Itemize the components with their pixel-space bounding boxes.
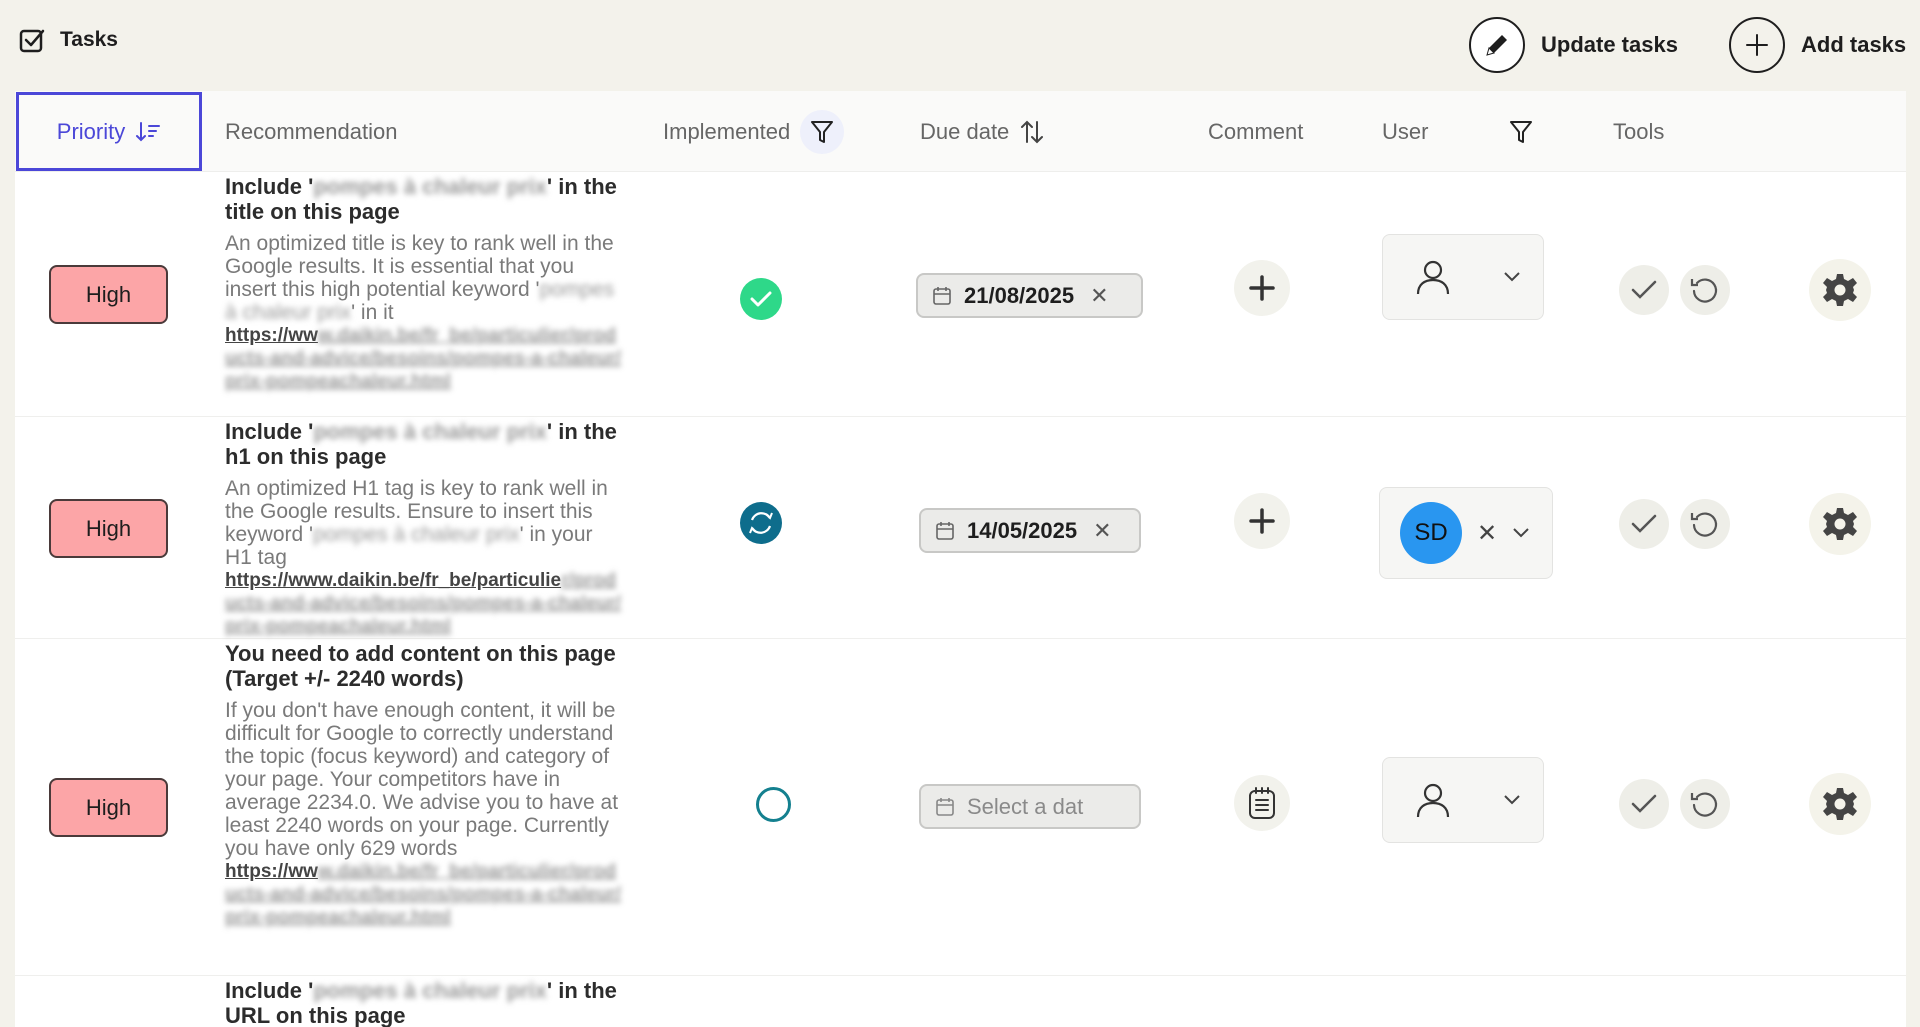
priority-badge[interactable]: High xyxy=(49,265,168,324)
add-comment-button[interactable] xyxy=(1234,260,1290,316)
sort-icon[interactable] xyxy=(1019,118,1045,146)
column-user: User xyxy=(1382,91,1428,172)
brand: Tasks xyxy=(18,26,118,54)
column-comment: Comment xyxy=(1208,91,1303,172)
check-icon xyxy=(1631,280,1657,299)
column-due-date-label: Due date xyxy=(920,118,1010,144)
add-comment-button[interactable] xyxy=(1234,493,1290,549)
column-priority[interactable]: Priority xyxy=(16,92,202,171)
priority-badge[interactable]: High xyxy=(49,778,168,837)
calendar-icon xyxy=(933,286,951,305)
view-comment-button[interactable] xyxy=(1234,775,1290,831)
status-done-icon[interactable] xyxy=(740,278,782,320)
chevron-down-icon[interactable] xyxy=(1503,271,1521,283)
reset-button[interactable] xyxy=(1680,499,1730,549)
recommendation-description: An optimized title is key to rank well i… xyxy=(225,232,615,324)
user-select[interactable] xyxy=(1382,757,1544,843)
recommendation-cell: Include 'pompes à chaleur prix' in the h… xyxy=(225,419,625,638)
column-recommendation: Recommendation xyxy=(225,91,397,172)
gear-icon xyxy=(1823,788,1857,820)
column-recommendation-label: Recommendation xyxy=(225,118,398,144)
recommendation-title: Include 'pompes à chaleur prix' in the h… xyxy=(225,419,617,469)
status-in-progress-icon[interactable] xyxy=(740,502,782,544)
column-comment-label: Comment xyxy=(1208,118,1304,144)
table-row: High You need to add content on this pag… xyxy=(15,639,1906,976)
status-todo-icon[interactable] xyxy=(756,787,791,822)
pencil-icon xyxy=(1469,17,1525,73)
user-filter-icon[interactable] xyxy=(1509,91,1533,172)
reset-button[interactable] xyxy=(1680,779,1730,829)
table-row: High Include 'pompes à chaleur prix' in … xyxy=(15,417,1906,639)
notepad-icon xyxy=(1249,787,1275,819)
chevron-down-icon[interactable] xyxy=(1512,527,1530,539)
gear-icon xyxy=(1823,508,1857,540)
recommendation-cell: You need to add content on this page (Ta… xyxy=(225,641,625,929)
recommendation-title: Include 'pompes à chaleur prix' in the t… xyxy=(225,174,617,224)
undo-icon xyxy=(1690,792,1718,817)
recommendation-description: If you don't have enough content, it wil… xyxy=(225,699,619,860)
settings-button[interactable] xyxy=(1809,773,1871,835)
implemented-filter-icon[interactable] xyxy=(800,109,845,154)
chevron-down-icon[interactable] xyxy=(1503,794,1521,806)
validate-button[interactable] xyxy=(1619,779,1669,829)
undo-icon xyxy=(1690,512,1718,537)
column-tools: Tools xyxy=(1613,91,1664,172)
update-tasks-button[interactable]: Update tasks xyxy=(1469,17,1678,73)
clear-user-icon[interactable]: ✕ xyxy=(1477,519,1497,548)
plus-icon xyxy=(1249,508,1275,534)
validate-button[interactable] xyxy=(1619,499,1669,549)
clear-date-icon[interactable]: ✕ xyxy=(1090,283,1108,309)
column-tools-label: Tools xyxy=(1613,118,1665,144)
due-date-field[interactable]: 21/08/2025 ✕ xyxy=(916,273,1143,318)
recommendation-link[interactable]: https://www.daikin.be/fr_be/particulier/… xyxy=(225,324,625,393)
due-date-placeholder: Select a dat xyxy=(967,793,1084,819)
due-date-field[interactable]: Select a dat xyxy=(919,784,1141,829)
clear-date-icon[interactable]: ✕ xyxy=(1093,518,1111,544)
priority-badge[interactable]: High xyxy=(49,499,168,558)
tasks-table: Priority Recommendation Implemented Due … xyxy=(15,91,1906,1027)
plus-circle-icon xyxy=(1729,17,1785,73)
recommendation-title: Include 'pompes à chaleur prix' in the U… xyxy=(225,978,617,1027)
check-icon xyxy=(1631,794,1657,813)
recommendation-link[interactable]: https://www.daikin.be/fr_be/particulier/… xyxy=(225,569,625,638)
column-priority-label: Priority xyxy=(56,118,126,144)
plus-icon xyxy=(1249,275,1275,301)
calendar-icon xyxy=(936,521,954,540)
recommendation-cell: Include 'pompes à chaleur prix' in the t… xyxy=(225,174,625,393)
recommendation-cell: Include 'pompes à chaleur prix' in the U… xyxy=(225,978,625,1027)
check-icon xyxy=(1631,514,1657,533)
recommendation-link[interactable]: https://www.daikin.be/fr_be/particulier/… xyxy=(225,860,625,929)
sort-desc-icon[interactable] xyxy=(135,120,161,144)
update-tasks-label: Update tasks xyxy=(1541,32,1678,57)
column-due-date[interactable]: Due date xyxy=(920,91,1045,172)
add-tasks-label: Add tasks xyxy=(1801,32,1907,57)
user-icon xyxy=(1416,260,1450,295)
settings-button[interactable] xyxy=(1809,493,1871,555)
checkbox-icon xyxy=(19,29,45,53)
user-select[interactable]: SD ✕ xyxy=(1379,487,1553,579)
page-title: Tasks xyxy=(60,28,118,51)
column-implemented: Implemented xyxy=(663,91,845,172)
add-tasks-button[interactable]: Add tasks xyxy=(1729,17,1906,73)
user-icon xyxy=(1416,783,1450,818)
avatar: SD xyxy=(1400,502,1462,564)
table-row: Include 'pompes à chaleur prix' in the U… xyxy=(15,976,1906,1027)
user-select[interactable] xyxy=(1382,234,1544,320)
reset-button[interactable] xyxy=(1680,265,1730,315)
table-row: High Include 'pompes à chaleur prix' in … xyxy=(15,172,1906,417)
due-date-field[interactable]: 14/05/2025 ✕ xyxy=(919,508,1141,553)
validate-button[interactable] xyxy=(1619,265,1669,315)
table-header: Priority Recommendation Implemented Due … xyxy=(15,91,1906,172)
recommendation-title: You need to add content on this page (Ta… xyxy=(225,641,616,691)
settings-button[interactable] xyxy=(1809,259,1871,321)
column-user-label: User xyxy=(1382,118,1429,144)
calendar-icon xyxy=(936,797,954,816)
recommendation-description: An optimized H1 tag is key to rank well … xyxy=(225,477,608,569)
column-implemented-label: Implemented xyxy=(663,118,791,144)
top-bar: Tasks Update tasks Add tasks xyxy=(0,0,1920,90)
due-date-value: 21/08/2025 xyxy=(964,282,1075,308)
due-date-value: 14/05/2025 xyxy=(967,517,1078,543)
gear-icon xyxy=(1823,274,1857,306)
undo-icon xyxy=(1690,278,1718,303)
